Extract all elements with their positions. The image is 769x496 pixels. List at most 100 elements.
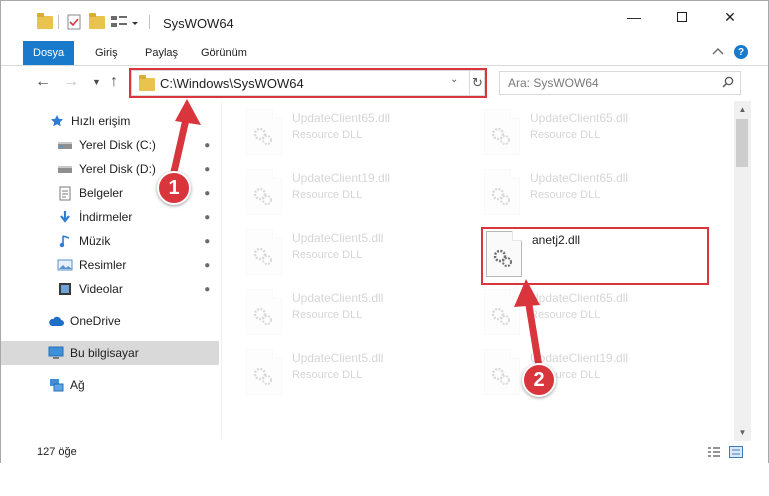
gear-icon <box>253 247 272 265</box>
list-item[interactable]: UpdateClient5.dll Resource DLL <box>246 289 476 345</box>
file-name: UpdateClient5.dll <box>292 351 384 365</box>
maximize-button[interactable] <box>659 1 705 33</box>
file-type: Resource DLL <box>292 129 363 141</box>
gear-icon <box>253 187 272 205</box>
close-icon: ✕ <box>724 8 736 25</box>
search-input[interactable]: Ara: SysWOW64 <box>508 76 599 90</box>
item-count: 127 öğe <box>37 446 77 458</box>
sidebar-item-label: Ağ <box>70 378 85 392</box>
gear-icon <box>253 127 272 145</box>
sidebar-item-this-pc[interactable]: Bu bilgisayar <box>1 341 219 365</box>
status-bar: 127 öğe <box>1 441 768 463</box>
star-icon <box>49 113 65 129</box>
videos-icon <box>57 281 73 297</box>
list-item[interactable]: UpdateClient19.dll Resource DLL <box>246 169 476 225</box>
new-folder-icon[interactable] <box>89 12 105 31</box>
drive-icon <box>57 137 73 153</box>
file-type: Resource DLL <box>530 129 601 141</box>
scroll-down-icon[interactable]: ▼ <box>734 424 751 441</box>
file-name: UpdateClient19.dll <box>292 171 391 185</box>
computer-icon <box>48 345 64 361</box>
search-box[interactable]: Ara: SysWOW64 <box>499 71 741 95</box>
file-name: UpdateClient5.dll <box>292 231 384 245</box>
tab-file[interactable]: Dosya <box>23 41 75 65</box>
ribbon-expand-icon[interactable] <box>712 47 724 60</box>
help-button[interactable]: ? <box>734 45 748 59</box>
sidebar-item-downloads[interactable]: İndirmeler <box>1 205 219 229</box>
tab-view[interactable]: Görünüm <box>191 41 257 65</box>
chevron-down-icon: ▼ <box>92 77 101 87</box>
customize-toolbar-icon[interactable] <box>111 13 141 31</box>
maximize-icon <box>677 12 687 22</box>
list-item[interactable]: UpdateClient65.dll Resource DLL <box>484 109 714 165</box>
callout-arrow-2 <box>514 279 544 377</box>
help-icon: ? <box>734 45 748 59</box>
background-area <box>0 463 769 496</box>
large-icons-view-icon[interactable] <box>729 446 743 458</box>
details-view-icon[interactable] <box>707 446 721 458</box>
ribbon-tabs: Dosya Giriş Paylaş Görünüm ? <box>1 41 768 65</box>
vertical-scrollbar[interactable]: ▲ ▼ <box>734 101 751 441</box>
sidebar-item-label: Resimler <box>79 258 127 272</box>
sidebar-item-label: Yerel Disk (D:) <box>79 162 156 176</box>
sidebar-item-label: İndirmeler <box>79 210 133 224</box>
file-type: Resource DLL <box>292 309 363 321</box>
minimize-button[interactable]: — <box>611 1 657 33</box>
sidebar-item-onedrive[interactable]: OneDrive <box>1 309 219 333</box>
file-name: UpdateClient65.dll <box>530 111 629 125</box>
forward-arrow-icon: → <box>63 73 79 90</box>
cloud-icon <box>48 313 64 329</box>
list-item[interactable]: UpdateClient5.dll Resource DLL <box>246 349 476 405</box>
properties-icon[interactable] <box>66 13 82 31</box>
file-name: UpdateClient65.dll <box>292 111 391 125</box>
back-button[interactable]: ← <box>35 73 51 91</box>
sidebar-item-music[interactable]: Müzik <box>1 229 219 253</box>
file-name: UpdateClient65.dll <box>530 171 629 185</box>
window-title: SysWOW64 <box>163 16 234 31</box>
file-type: Resource DLL <box>292 249 363 261</box>
list-item[interactable]: UpdateClient5.dll Resource DLL <box>246 229 476 285</box>
sidebar-item-label: OneDrive <box>70 314 121 328</box>
step-badge-2: 2 <box>522 363 556 397</box>
up-button[interactable]: ↑ <box>110 73 118 91</box>
scroll-up-icon[interactable]: ▲ <box>734 101 751 118</box>
file-type: Resource DLL <box>292 189 363 201</box>
back-arrow-icon: ← <box>35 73 51 90</box>
file-type: Resource DLL <box>292 369 363 381</box>
gear-icon <box>491 127 510 145</box>
pane-divider <box>221 101 222 439</box>
scroll-thumb[interactable] <box>736 119 748 167</box>
folder-icon <box>37 12 53 31</box>
sidebar-item-videos[interactable]: Videolar <box>1 277 219 301</box>
sidebar-item-label: Videolar <box>79 282 123 296</box>
forward-button[interactable]: → <box>63 73 79 91</box>
sidebar-item-label: Müzik <box>79 234 111 248</box>
recent-locations-button[interactable]: ▼ <box>92 77 101 87</box>
sidebar-item-label: Yerel Disk (C:) <box>79 138 156 152</box>
sidebar-item-label: Belgeler <box>79 186 124 200</box>
explorer-window: SysWOW64 — ✕ Dosya Giriş Paylaş Görünüm … <box>0 0 769 496</box>
qa-separator <box>58 13 59 31</box>
close-button[interactable]: ✕ <box>707 1 753 33</box>
gear-icon <box>253 367 272 385</box>
up-arrow-icon: ↑ <box>110 73 118 90</box>
step-badge-1: 1 <box>157 171 191 205</box>
gear-icon <box>253 307 272 325</box>
network-icon <box>48 377 64 393</box>
list-item[interactable]: UpdateClient65.dll Resource DLL <box>246 109 476 165</box>
documents-icon <box>57 185 73 201</box>
file-name: UpdateClient5.dll <box>292 291 384 305</box>
qa-separator-2 <box>149 13 150 31</box>
address-highlight-box <box>129 68 487 98</box>
search-icon[interactable] <box>722 76 734 88</box>
tab-share[interactable]: Paylaş <box>135 41 188 65</box>
file-type: Resource DLL <box>530 189 601 201</box>
gear-icon <box>491 187 510 205</box>
list-item[interactable]: UpdateClient65.dll Resource DLL <box>484 169 714 225</box>
tab-home[interactable]: Giriş <box>85 41 128 65</box>
music-icon <box>57 233 73 249</box>
download-icon <box>57 209 73 225</box>
sidebar-item-pictures[interactable]: Resimler <box>1 253 219 277</box>
sidebar-item-network[interactable]: Ağ <box>1 373 219 397</box>
ribbon-divider <box>1 65 768 66</box>
